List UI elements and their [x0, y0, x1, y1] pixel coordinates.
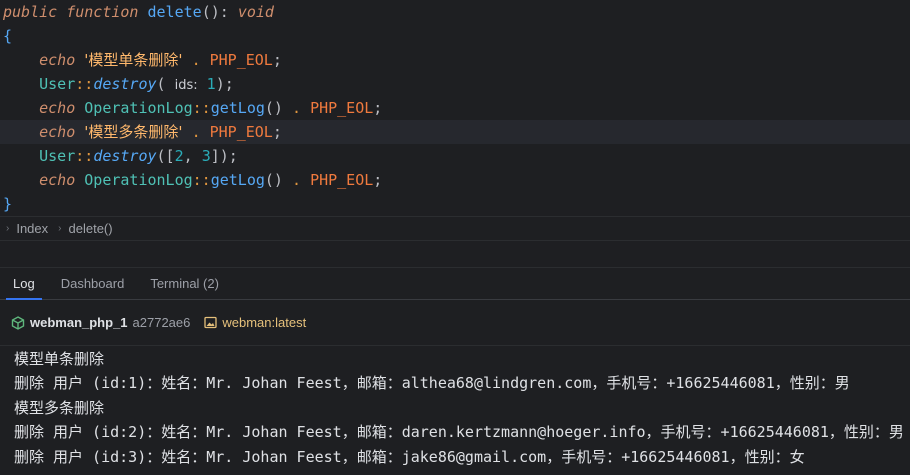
container-cube-icon: [11, 315, 25, 330]
scope-operator: ::: [75, 147, 94, 165]
tab-terminal-label: Terminal (2): [150, 276, 219, 291]
code-editor[interactable]: public function delete(): void { echo '模…: [0, 0, 910, 216]
tab-dashboard-label: Dashboard: [60, 276, 125, 291]
number-literal: 3: [201, 147, 211, 165]
echo-keyword: echo: [39, 51, 76, 69]
echo-keyword: echo: [39, 123, 76, 141]
image-name[interactable]: webman:latest: [222, 315, 306, 330]
class-name: OperationLog: [84, 99, 193, 117]
class-name: OperationLog: [84, 171, 193, 189]
keyword-public: public: [3, 3, 58, 21]
concat-operator: .: [292, 99, 302, 117]
echo-keyword: echo: [39, 171, 76, 189]
code-line-signature[interactable]: public function delete(): void: [0, 0, 910, 24]
signature-colon: :: [219, 3, 229, 21]
breadcrumb: › Index › delete(): [0, 216, 910, 241]
editor-spacer: [0, 241, 910, 267]
function-name: delete: [147, 3, 202, 21]
log-line: 删除 用户 (id:3)：姓名：Mr. Johan Feest，邮箱：jake8…: [14, 447, 805, 466]
call-parens: (): [264, 171, 283, 189]
open-paren: (: [156, 75, 166, 93]
echo-keyword: echo: [39, 99, 76, 117]
tab-dashboard[interactable]: Dashboard: [48, 268, 138, 299]
breadcrumb-class[interactable]: Index: [16, 221, 48, 236]
chevron-right-icon: ›: [58, 223, 62, 234]
semicolon: ;: [373, 171, 383, 189]
string-literal: '模型多条删除': [84, 123, 183, 141]
number-literal: 1: [206, 75, 216, 93]
concat-operator: .: [191, 123, 201, 141]
breadcrumb-method[interactable]: delete(): [69, 221, 113, 236]
method-name: getLog: [210, 171, 265, 189]
semicolon: ;: [373, 99, 383, 117]
code-line-destroy-multi[interactable]: User::destroy([2, 3]);: [0, 144, 910, 168]
container-name[interactable]: webman_php_1: [30, 315, 128, 330]
code-line-open-brace[interactable]: {: [0, 24, 910, 48]
comma: ,: [183, 147, 193, 165]
php-eol-constant: PHP_EOL: [209, 123, 273, 141]
close-brace: }: [3, 195, 13, 213]
php-eol-constant: PHP_EOL: [310, 99, 374, 117]
code-line-echo-log[interactable]: echo OperationLog::getLog() . PHP_EOL;: [0, 168, 910, 192]
scope-operator: ::: [75, 75, 94, 93]
log-line: 删除 用户 (id:2)：姓名：Mr. Johan Feest，邮箱：daren…: [14, 423, 904, 442]
call-parens: (): [264, 99, 283, 117]
php-eol-constant: PHP_EOL: [310, 171, 374, 189]
static-method: destroy: [93, 75, 157, 93]
string-literal: '模型单条删除': [84, 51, 183, 69]
log-line: 模型多条删除: [14, 398, 105, 417]
log-line: 模型单条删除: [14, 350, 105, 368]
close-paren: );: [215, 75, 234, 93]
log-output[interactable]: 模型单条删除 删除 用户 (id:1)：姓名：Mr. Johan Feest，邮…: [0, 346, 910, 475]
concat-operator: .: [191, 51, 201, 69]
container-id: a2772ae6: [132, 315, 191, 330]
code-line-echo-log[interactable]: echo OperationLog::getLog() . PHP_EOL;: [0, 96, 910, 120]
image-icon: [204, 316, 218, 329]
open-brace: {: [3, 27, 13, 45]
number-literal: 2: [174, 147, 184, 165]
close-bracket: ]);: [210, 147, 238, 165]
code-line-echo-single[interactable]: echo '模型单条删除' . PHP_EOL;: [0, 48, 910, 72]
static-method: destroy: [93, 147, 157, 165]
code-line-destroy-single[interactable]: User::destroy( ids: 1);: [0, 72, 910, 96]
concat-operator: .: [292, 171, 302, 189]
semicolon: ;: [272, 123, 282, 141]
class-name: User: [39, 147, 76, 165]
return-type: void: [237, 3, 274, 21]
php-eol-constant: PHP_EOL: [209, 51, 273, 69]
tab-log-label: Log: [13, 276, 35, 291]
code-line-close-brace[interactable]: }: [0, 192, 910, 216]
code-line-echo-multi[interactable]: echo '模型多条删除' . PHP_EOL;: [0, 120, 910, 144]
class-name: User: [39, 75, 76, 93]
container-header: webman_php_1 a2772ae6 webman:latest: [0, 300, 910, 346]
keyword-function: function: [66, 3, 139, 21]
scope-operator: ::: [192, 99, 211, 117]
chevron-right-icon: ›: [6, 223, 10, 234]
scope-operator: ::: [192, 171, 211, 189]
tab-terminal[interactable]: Terminal (2): [137, 268, 232, 299]
parameter-hint: ids:: [174, 78, 198, 93]
log-line: 删除 用户 (id:1)：姓名：Mr. Johan Feest，邮箱：althe…: [14, 374, 850, 393]
tool-window-tabs: Log Dashboard Terminal (2): [0, 267, 910, 300]
open-bracket: ([: [156, 147, 175, 165]
signature-parens: (): [201, 3, 220, 21]
tab-log[interactable]: Log: [0, 268, 48, 300]
semicolon: ;: [272, 51, 282, 69]
method-name: getLog: [210, 99, 265, 117]
